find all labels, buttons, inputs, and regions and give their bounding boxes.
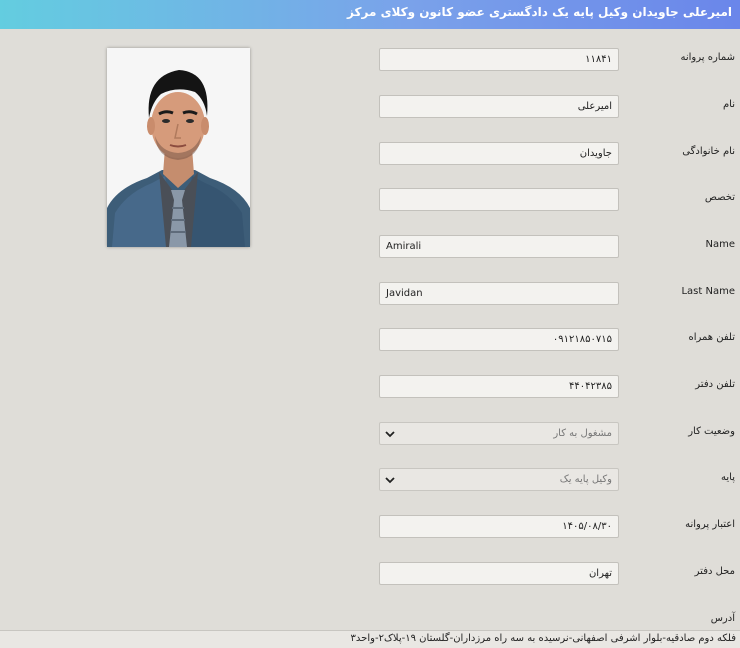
page-title: امیرعلی جاویدان وکیل پایه یک دادگستری عض… xyxy=(347,5,732,19)
page-header: امیرعلی جاویدان وکیل پایه یک دادگستری عض… xyxy=(0,0,740,29)
mobile-label: تلفن همراه xyxy=(688,332,735,343)
name-en-label: Name xyxy=(705,239,735,250)
row-specialty: تخصص xyxy=(0,188,740,212)
first-name-label: نام xyxy=(722,99,735,110)
row-last-name-en: Javidan Last Name xyxy=(0,282,740,306)
specialty-field[interactable] xyxy=(379,188,619,211)
last-name-en-field[interactable]: Javidan xyxy=(379,282,619,305)
grade-select[interactable]: وکیل پایه یک xyxy=(379,468,619,491)
row-last-name-fa: جاویدان نام خانوادگی xyxy=(0,142,740,166)
license-number-label: شماره پروانه xyxy=(680,52,735,63)
office-phone-label: تلفن دفتر xyxy=(695,379,735,390)
grade-label: پایه xyxy=(721,472,735,483)
address-label: آدرس xyxy=(710,613,735,624)
row-name-en: Amirali Name xyxy=(0,235,740,259)
office-location-label: محل دفتر xyxy=(694,566,735,577)
grade-selected-value: وکیل پایه یک xyxy=(559,474,612,485)
license-validity-label: اعتبار پروانه xyxy=(685,519,735,530)
row-license-validity: ۱۴۰۵/۰۸/۳۰ اعتبار پروانه xyxy=(0,515,740,539)
row-office-phone: ۴۴۰۴۲۳۸۵ تلفن دفتر xyxy=(0,375,740,399)
chevron-down-icon xyxy=(385,431,395,438)
last-name-en-label: Last Name xyxy=(681,286,735,297)
work-status-select[interactable]: مشغول به کار xyxy=(379,422,619,445)
row-mobile: ۰۹۱۲۱۸۵۰۷۱۵ تلفن همراه xyxy=(0,328,740,352)
specialty-label: تخصص xyxy=(704,192,735,203)
mobile-field[interactable]: ۰۹۱۲۱۸۵۰۷۱۵ xyxy=(379,328,619,351)
office-phone-field[interactable]: ۴۴۰۴۲۳۸۵ xyxy=(379,375,619,398)
row-work-status: مشغول به کار وضعیت کار xyxy=(0,422,740,446)
chevron-down-icon xyxy=(385,477,395,484)
work-status-selected-value: مشغول به کار xyxy=(553,428,612,439)
last-name-fa-field[interactable]: جاویدان xyxy=(379,142,619,165)
row-first-name: امیرعلی نام xyxy=(0,95,740,119)
first-name-field[interactable]: امیرعلی xyxy=(379,95,619,118)
work-status-label: وضعیت کار xyxy=(688,426,735,437)
row-office-location: تهران محل دفتر xyxy=(0,562,740,586)
address-value: فلکه دوم صادقیه-بلوار اشرفی اصفهانی-نرسی… xyxy=(350,633,736,644)
address-field[interactable]: فلکه دوم صادقیه-بلوار اشرفی اصفهانی-نرسی… xyxy=(0,630,740,648)
license-validity-field[interactable]: ۱۴۰۵/۰۸/۳۰ xyxy=(379,515,619,538)
name-en-field[interactable]: Amirali xyxy=(379,235,619,258)
row-license-number: ۱۱۸۴۱ شماره پروانه xyxy=(0,48,740,72)
last-name-fa-label: نام خانوادگی xyxy=(682,146,735,157)
license-number-field[interactable]: ۱۱۸۴۱ xyxy=(379,48,619,71)
office-location-field[interactable]: تهران xyxy=(379,562,619,585)
row-grade: وکیل پایه یک پایه xyxy=(0,468,740,492)
